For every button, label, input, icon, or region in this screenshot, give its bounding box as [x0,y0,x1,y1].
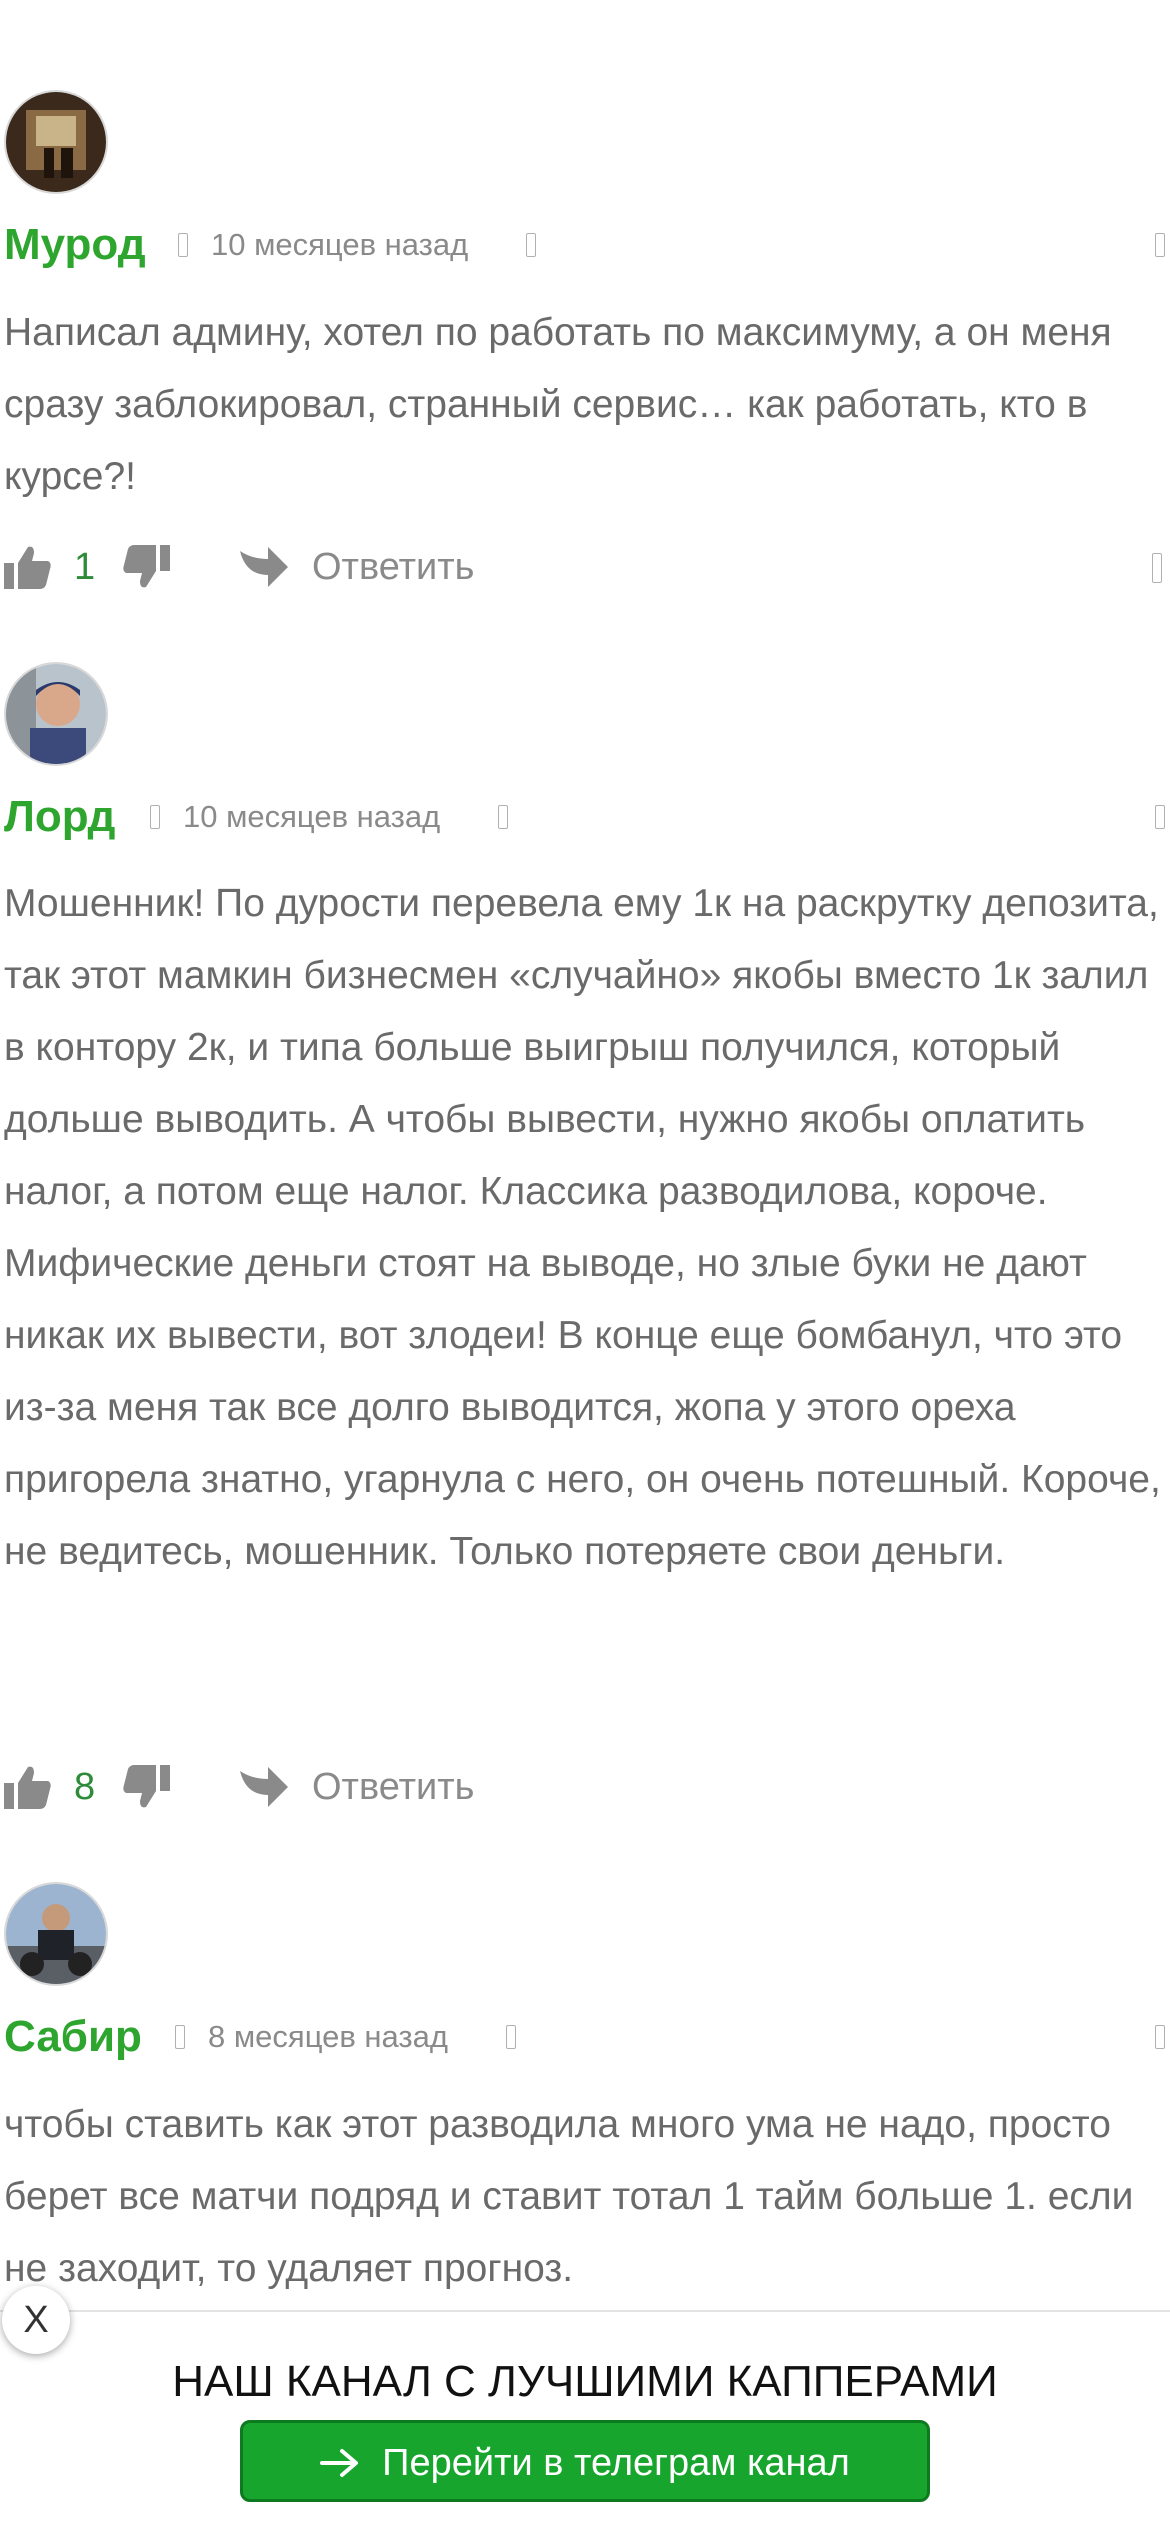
avatar[interactable] [4,90,108,194]
placeholder-icon [1155,805,1165,829]
thumbs-up-icon[interactable] [4,1765,52,1809]
reply-arrow-icon[interactable] [238,1765,290,1809]
placeholder-icon [498,805,508,829]
comment-meta: Сабир 8 месяцев назад [0,2007,1170,2067]
comment-author[interactable]: Сабир [4,2007,142,2067]
like-count: 1 [74,546,96,588]
reply-arrow-icon[interactable] [238,545,290,589]
comment-author[interactable]: Лорд [4,787,115,847]
thumbs-down-icon[interactable] [122,545,170,589]
telegram-promo-banner: НАШ КАНАЛ С ЛУЧШИМИ КАППЕРАМИ Перейти в … [0,2310,1170,2532]
like-count: 8 [74,1766,96,1808]
comment-text: Написал админу, хотел по работать по мак… [4,311,1112,498]
telegram-button-label: Перейти в телеграм канал [382,2441,850,2484]
comment-author[interactable]: Мурод [4,215,146,275]
comment-date[interactable]: 10 месяцев назад [211,215,468,275]
placeholder-icon [175,2025,185,2049]
placeholder-icon [506,2025,516,2049]
placeholder-icon [150,805,160,829]
comment-text: чтобы ставить как этот разводила много у… [4,2103,1134,2290]
avatar[interactable] [4,662,108,766]
reply-button[interactable]: Ответить [312,1757,474,1817]
arrow-right-icon [320,2448,359,2477]
telegram-channel-button[interactable]: Перейти в телеграм канал [240,2420,930,2502]
thumbs-up-icon[interactable] [4,545,52,589]
comment-date[interactable]: 8 месяцев назад [208,2007,448,2067]
placeholder-icon [1152,553,1162,583]
avatar[interactable] [4,1882,108,1986]
thumbs-down-icon[interactable] [122,1765,170,1809]
avatar-photo [6,664,106,764]
avatar-photo [6,92,106,192]
comment-text: Мошенник! По дурости перевела ему 1к на … [4,882,1161,1573]
avatar-photo [6,1884,106,1984]
placeholder-icon [1155,2025,1165,2049]
close-button[interactable]: X [2,2286,70,2354]
comment-actions: 1 Ответить [0,537,1170,597]
promo-title: НАШ КАНАЛ С ЛУЧШИМИ КАППЕРАМИ [172,2357,998,2406]
comment-meta: Мурод 10 месяцев назад [0,215,1170,275]
comment-actions: 8 Ответить [0,1757,1170,1817]
comment-meta: Лорд 10 месяцев назад [0,787,1170,847]
reply-button[interactable]: Ответить [312,537,474,597]
comment-date[interactable]: 10 месяцев назад [183,787,440,847]
placeholder-icon [178,233,188,257]
placeholder-icon [1155,233,1165,257]
placeholder-icon [526,233,536,257]
